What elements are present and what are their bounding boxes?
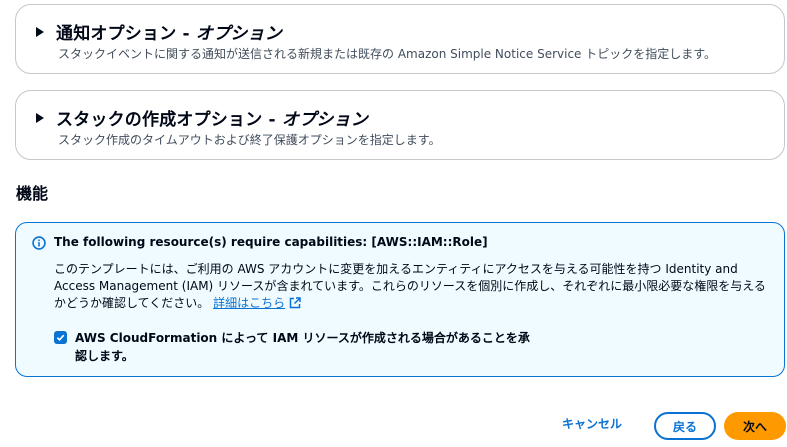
back-button[interactable]: 戻る xyxy=(654,412,716,440)
acknowledge-iam-checkbox-row[interactable]: AWS CloudFormation によって IAM リソースが作成される場合… xyxy=(54,329,534,365)
info-icon xyxy=(32,236,46,250)
acknowledge-iam-checkbox[interactable] xyxy=(54,331,67,344)
stack-creation-options-header[interactable]: スタックの作成オプション - オプション xyxy=(36,105,368,130)
cancel-button[interactable]: キャンセル xyxy=(562,415,622,432)
notification-options-description: スタックイベントに関する通知が送信される新規または既存の Amazon Simp… xyxy=(58,47,717,61)
notification-options-header[interactable]: 通知オプション - オプション xyxy=(36,19,282,44)
stack-creation-options-description: スタック作成のタイムアウトおよび終了保護オプションを指定します。 xyxy=(58,133,441,147)
capabilities-section-title: 機能 xyxy=(16,184,49,203)
capabilities-info-alert: The following resource(s) require capabi… xyxy=(15,222,785,377)
notification-options-title: 通知オプション - オプション xyxy=(56,24,282,44)
external-link-icon xyxy=(289,297,301,309)
alert-body-text: このテンプレートには、ご利用の AWS アカウントに変更を加えるエンティティにア… xyxy=(54,262,766,310)
alert-title: The following resource(s) require capabi… xyxy=(54,235,488,249)
stack-creation-options-panel[interactable]: スタックの作成オプション - オプション スタック作成のタイムアウトおよび終了保… xyxy=(15,90,785,160)
stack-creation-options-title: スタックの作成オプション - オプション xyxy=(56,110,368,130)
learn-more-link[interactable]: 詳細はこちら xyxy=(213,296,301,310)
caret-right-icon[interactable] xyxy=(36,112,44,123)
acknowledge-iam-label[interactable]: AWS CloudFormation によって IAM リソースが作成される場合… xyxy=(75,329,534,365)
caret-right-icon[interactable] xyxy=(36,26,44,37)
checkmark-icon xyxy=(56,334,65,342)
alert-body: このテンプレートには、ご利用の AWS アカウントに変更を加えるエンティティにア… xyxy=(54,261,774,312)
notification-options-panel[interactable]: 通知オプション - オプション スタックイベントに関する通知が送信される新規また… xyxy=(15,4,785,74)
next-button[interactable]: 次へ xyxy=(724,412,786,440)
